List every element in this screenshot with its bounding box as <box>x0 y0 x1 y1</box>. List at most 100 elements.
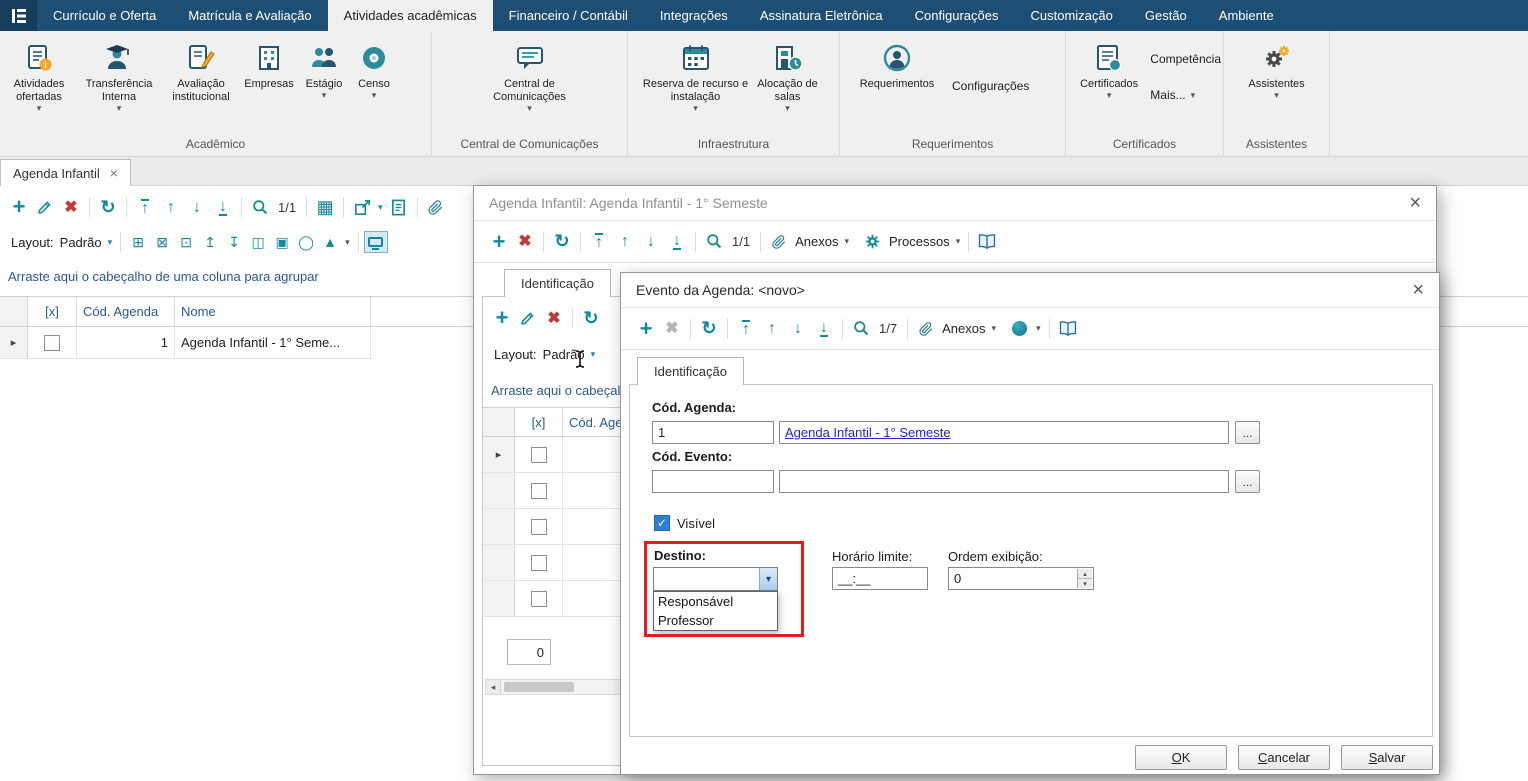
tab-identificacao[interactable]: Identificação <box>637 357 744 385</box>
certificados-button[interactable]: Certificados ▾ <box>1072 36 1146 102</box>
grid-header-cod-agenda[interactable]: Cód. Agenda <box>77 297 175 326</box>
menu-configuracoes[interactable]: Configurações <box>899 0 1015 31</box>
menu-customizacao[interactable]: Customização <box>1014 0 1128 31</box>
table-row[interactable]: ▸ 1 Agenda Infantil - 1° Seme... <box>0 327 371 359</box>
delete-button[interactable]: ✖ <box>58 194 84 220</box>
refresh-button[interactable]: ↻ <box>696 316 722 342</box>
export-button[interactable] <box>349 194 375 220</box>
cod-agenda-desc-field[interactable]: Agenda Infantil - 1° Semeste <box>779 421 1229 444</box>
central-comunicacoes-button[interactable]: Central de Comunicações ▾ <box>470 36 590 115</box>
edit-button[interactable] <box>32 194 58 220</box>
delete-button-disabled[interactable]: ✖ <box>659 316 685 342</box>
previous-record-button[interactable]: ↑ <box>612 229 638 255</box>
cod-agenda-input[interactable]: 1 <box>652 421 774 444</box>
search-icon[interactable] <box>701 229 727 255</box>
scrollbar-thumb[interactable] <box>504 682 574 692</box>
first-record-button[interactable]: ↑ <box>132 194 158 220</box>
panel-dock-icon[interactable]: ⊡ <box>174 231 198 253</box>
horario-limite-input[interactable]: __:__ <box>832 567 928 590</box>
censo-button[interactable]: Censo ▾ <box>350 36 398 102</box>
delete-button[interactable]: ✖ <box>541 305 567 331</box>
tab-identificacao[interactable]: Identificação <box>504 269 611 297</box>
search-icon[interactable] <box>247 194 273 220</box>
competencia-button[interactable]: Competência <box>1150 52 1221 66</box>
panel-add-icon[interactable]: ⊞ <box>126 231 150 253</box>
reserva-recurso-button[interactable]: Reserva de recurso e instalação ▾ <box>642 36 750 115</box>
tab-agenda-infantil[interactable]: Agenda Infantil × <box>0 159 131 186</box>
row-checkbox[interactable] <box>530 554 547 571</box>
mais-button[interactable]: Mais... <box>1150 88 1185 102</box>
column-chooser-button[interactable]: ▦ <box>312 194 338 220</box>
destino-select[interactable]: ▾ <box>653 567 778 591</box>
refresh-button[interactable]: ↻ <box>95 194 121 220</box>
monitor-icon[interactable] <box>363 231 388 253</box>
row-checkbox[interactable] <box>530 518 547 535</box>
grid-header-marker[interactable]: [x] <box>515 408 563 436</box>
dock-top-icon[interactable]: ↥ <box>198 231 222 253</box>
menu-atividades-academicas[interactable]: Atividades acadêmicas <box>327 0 493 31</box>
empresas-button[interactable]: Empresas <box>240 36 298 93</box>
layout-select[interactable]: Padrão <box>60 235 102 250</box>
split-view-icon[interactable]: ◫ <box>246 231 270 253</box>
paperclip-icon[interactable] <box>913 316 939 342</box>
previous-record-button[interactable]: ↑ <box>759 316 785 342</box>
visivel-checkbox[interactable]: ✓ <box>654 515 670 531</box>
layout-select[interactable]: Padrão <box>543 347 585 362</box>
next-record-button[interactable]: ↓ <box>638 229 664 255</box>
combo-arrow-icon[interactable]: ▾ <box>759 568 777 590</box>
chevron-down-icon[interactable]: ▾ <box>956 236 961 247</box>
chevron-down-icon[interactable]: ▾ <box>591 349 596 360</box>
cancel-button[interactable]: Cancelar <box>1238 745 1330 770</box>
requerimentos-button[interactable]: Requerimentos <box>850 36 944 93</box>
menu-curriculo-e-oferta[interactable]: Currículo e Oferta <box>37 0 172 31</box>
refresh-button[interactable]: ↻ <box>549 229 575 255</box>
chevron-down-icon[interactable]: ▾ <box>1036 323 1041 334</box>
report-circle-icon[interactable] <box>1007 316 1033 342</box>
cod-agenda-lookup-button[interactable]: ... <box>1235 421 1260 444</box>
grid-header-marker[interactable]: [x] <box>28 297 77 326</box>
next-record-button[interactable]: ↓ <box>785 316 811 342</box>
option-responsavel[interactable]: Responsável <box>654 592 777 611</box>
atividades-ofertadas-button[interactable]: i Atividades ofertadas ▾ <box>2 36 76 115</box>
configuracoes-requerimentos-button[interactable]: Configurações <box>952 79 1029 93</box>
add-button[interactable]: + <box>633 316 659 342</box>
help-book-icon[interactable] <box>974 229 1000 255</box>
search-icon[interactable] <box>848 316 874 342</box>
chevron-down-icon[interactable]: ▾ <box>378 202 383 213</box>
last-record-button[interactable]: ↓ <box>811 316 837 342</box>
add-button[interactable]: + <box>6 194 32 220</box>
option-professor[interactable]: Professor <box>654 611 777 630</box>
chevron-down-icon[interactable]: ▾ <box>345 237 350 248</box>
report-button[interactable] <box>386 194 412 220</box>
ordem-exibicao-input[interactable]: 0 ▴ ▾ <box>948 567 1094 590</box>
chevron-down-icon[interactable]: ▾ <box>108 237 113 248</box>
chevron-down-icon[interactable]: ▾ <box>991 323 996 334</box>
estagio-button[interactable]: Estágio ▾ <box>298 36 350 102</box>
row-checkbox[interactable] <box>530 446 547 463</box>
close-tab-icon[interactable]: × <box>110 165 118 181</box>
paperclip-icon[interactable] <box>766 229 792 255</box>
save-button[interactable]: Salvar <box>1341 745 1433 770</box>
menu-assinatura-eletronica[interactable]: Assinatura Eletrônica <box>744 0 899 31</box>
first-record-button[interactable]: ↑ <box>586 229 612 255</box>
delete-button[interactable]: ✖ <box>512 229 538 255</box>
ok-button[interactable]: OK <box>1135 745 1227 770</box>
app-logo-icon[interactable] <box>0 0 37 31</box>
cod-evento-input[interactable] <box>652 470 774 493</box>
alocacao-salas-button[interactable]: Alocação de salas ▾ <box>750 36 826 115</box>
ellipse-icon[interactable]: ◯ <box>294 231 318 253</box>
next-record-button[interactable]: ↓ <box>184 194 210 220</box>
grid-header-nome[interactable]: Nome <box>175 297 371 326</box>
menu-financeiro-contabil[interactable]: Financeiro / Contábil <box>493 0 644 31</box>
processos-button[interactable]: Processos <box>889 234 950 249</box>
menu-matricula-e-avaliacao[interactable]: Matrícula e Avaliação <box>172 0 327 31</box>
chart-icon[interactable]: ▲ <box>318 231 342 253</box>
transferencia-interna-button[interactable]: Transferência Interna ▾ <box>76 36 162 115</box>
gear-icon[interactable] <box>860 229 886 255</box>
edit-button[interactable] <box>515 305 541 331</box>
row-checkbox[interactable] <box>530 482 547 499</box>
close-icon[interactable]: × <box>1409 193 1421 213</box>
attachments-button[interactable] <box>423 194 449 220</box>
anexos-button[interactable]: Anexos <box>795 234 838 249</box>
first-record-button[interactable]: ↑ <box>733 316 759 342</box>
